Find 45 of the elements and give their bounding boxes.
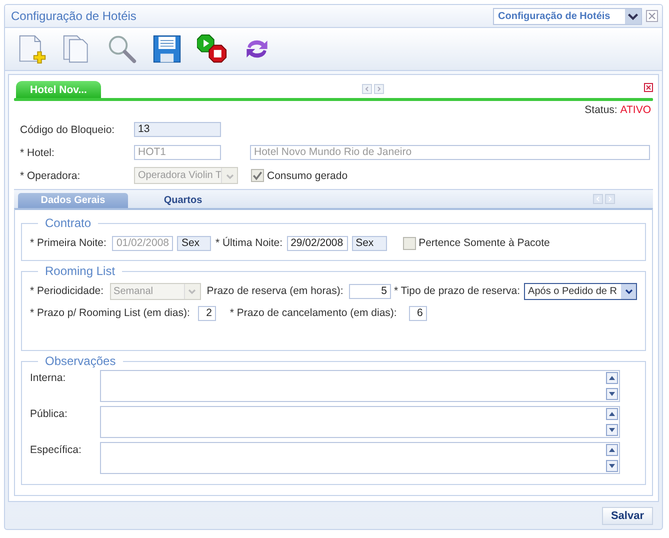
weekday-field: Sex xyxy=(177,236,212,250)
field-label: * Periodicidade: xyxy=(30,285,104,297)
field-label: Código do Bloqueio: xyxy=(20,124,116,136)
field-label: * Prazo de cancelamento (em dias): xyxy=(230,307,397,319)
date-field[interactable]: 29/02/2008 xyxy=(286,236,348,250)
tab-scroll-icon[interactable] xyxy=(362,84,384,94)
search-icon[interactable] xyxy=(107,34,137,64)
hours-field[interactable]: 5 xyxy=(349,284,391,298)
days-field[interactable]: 6 xyxy=(408,306,427,320)
checkbox-label: Pertence Somente à Pacote xyxy=(418,237,550,249)
field-label: Específica: xyxy=(30,443,82,456)
field-label: * Hotel: xyxy=(20,146,56,158)
module-select[interactable]: Configuração de Hotéis xyxy=(493,8,642,24)
field-label: Pública: xyxy=(30,407,68,420)
scroll-down-icon[interactable] xyxy=(606,460,618,472)
field-label: * Primeira Noite: xyxy=(30,237,106,249)
weekday-field: Sex xyxy=(352,236,387,250)
group-legend: Contrato xyxy=(38,216,98,230)
field-label: * Última Noite: xyxy=(215,237,283,249)
play-stop-icon[interactable] xyxy=(197,34,227,64)
dropdown-button[interactable] xyxy=(621,284,636,298)
close-tab-icon[interactable] xyxy=(644,83,654,92)
field-label: Interna: xyxy=(30,371,67,384)
scroll-up-icon[interactable] xyxy=(606,408,618,420)
scroll-down-icon[interactable] xyxy=(606,424,618,436)
new-document-icon[interactable] xyxy=(17,34,47,64)
status-label: Status: xyxy=(584,104,618,116)
section-tab[interactable]: Quartos xyxy=(128,193,238,208)
scroll-up-icon[interactable] xyxy=(606,372,618,384)
window-title: Configuração de Hotéis xyxy=(11,9,138,23)
close-icon[interactable] xyxy=(646,10,658,22)
scroll-down-icon[interactable] xyxy=(606,388,618,400)
scroll-up-icon[interactable] xyxy=(606,444,618,456)
code-field[interactable]: 13 xyxy=(134,122,221,137)
field-label: Prazo de reserva (em horas): xyxy=(206,285,344,297)
field-label: * Tipo de prazo de reserva: xyxy=(394,285,520,297)
days-field[interactable]: 2 xyxy=(198,306,216,320)
save-button[interactable]: Salvar xyxy=(602,506,653,524)
status-value: ATIVO xyxy=(620,104,651,116)
deadline-type-select[interactable]: Após o Pedido de R xyxy=(524,282,637,300)
checkbox-label: Consumo gerado xyxy=(267,170,348,182)
field-label: * Prazo p/ Rooming List (em dias): xyxy=(30,307,190,319)
group-legend: Observações xyxy=(38,354,123,368)
group-legend: Rooming List xyxy=(38,264,122,278)
field-label: * Operadora: xyxy=(20,170,82,182)
